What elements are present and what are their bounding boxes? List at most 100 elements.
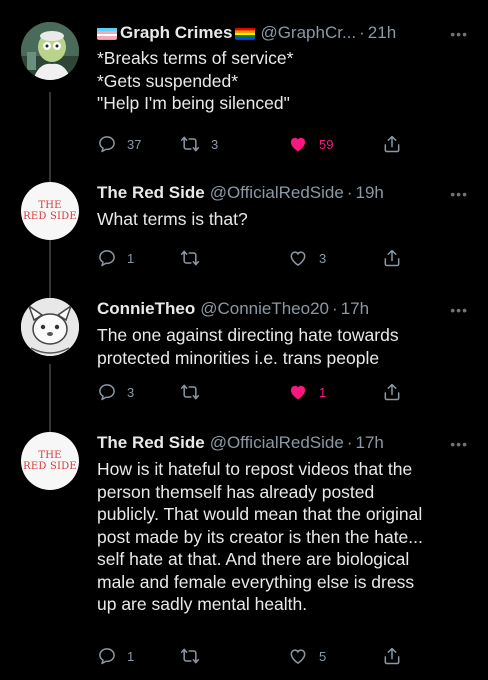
reply-button[interactable]: 37 [97, 132, 141, 156]
display-name[interactable]: ConnieTheo [97, 298, 195, 320]
share-icon [384, 383, 400, 401]
like-button[interactable]: 5 [287, 644, 326, 668]
reply-icon [99, 250, 115, 267]
share-button[interactable] [382, 380, 402, 404]
avatar[interactable] [21, 22, 79, 80]
like-button[interactable]: 3 [287, 246, 326, 270]
more-options-icon[interactable]: ••• [450, 436, 468, 452]
like-count: 3 [319, 250, 327, 266]
display-name[interactable]: Graph Crimes [120, 22, 232, 44]
tweet-text: What terms is that? [97, 208, 469, 231]
tweet-actions: 1 5 [97, 644, 417, 668]
tweet[interactable]: THE RED SIDE The Red Side @OfficialRedSi… [0, 432, 488, 672]
avatar-image [21, 298, 79, 356]
retweet-icon [180, 648, 200, 664]
tweet-actions: 1 3 [97, 246, 417, 270]
user-handle[interactable]: @GraphCr... [260, 22, 356, 44]
share-button[interactable] [382, 644, 402, 668]
tweet[interactable]: ConnieTheo @ConnieTheo20 · 17h ••• The o… [0, 298, 488, 418]
avatar[interactable] [21, 298, 79, 356]
like-button[interactable]: 59 [287, 132, 333, 156]
tweet-header: ConnieTheo @ConnieTheo20 · 17h [97, 298, 369, 320]
tweet-text-line: What terms is that? [97, 209, 248, 229]
reply-icon [99, 648, 115, 665]
like-count: 1 [319, 384, 327, 400]
retweet-icon [180, 136, 200, 152]
like-count: 5 [319, 648, 327, 664]
separator-dot: · [346, 433, 353, 452]
tweet-text-line: The one against directing hate towards [97, 325, 399, 345]
logo-text: THE [38, 450, 62, 461]
reply-button[interactable]: 3 [97, 380, 134, 404]
retweet-icon [180, 250, 200, 266]
share-icon [384, 647, 400, 665]
tweet-text-line: protected minorities i.e. trans people [97, 347, 380, 368]
transgender-flag-icon [97, 26, 117, 40]
avatar-image [21, 22, 79, 80]
tweet-text-line: How is it hateful to repost videos that … [97, 459, 413, 479]
user-handle[interactable]: @ConnieTheo20 [200, 298, 329, 320]
tweet-text-line: "Help I'm being silenced" [97, 93, 290, 113]
rainbow-flag-icon [235, 26, 256, 40]
more-options-icon[interactable]: ••• [450, 26, 468, 42]
timestamp[interactable]: 19h [355, 182, 383, 204]
retweet-button[interactable] [179, 246, 201, 270]
logo-text: RED SIDE [23, 211, 77, 222]
tweet-text-line: *Breaks terms of service* [97, 48, 294, 68]
timestamp[interactable]: 21h [368, 22, 396, 44]
separator-dot: · [332, 299, 338, 318]
tweet-text-line: male and female everything else is dress [97, 571, 415, 592]
retweet-button[interactable]: 3 [179, 132, 218, 156]
reply-icon [99, 136, 115, 153]
tweet-text-line: self hate at that. And there are biologi… [97, 549, 410, 569]
tweet-text-line: person themself has already posted [97, 481, 375, 502]
heart-outline-icon [290, 251, 306, 266]
more-options-icon[interactable]: ••• [450, 302, 468, 318]
tweet-actions: 3 1 [97, 380, 417, 404]
display-name[interactable]: The Red Side [97, 432, 205, 454]
tweet[interactable]: THE RED SIDE The Red Side @OfficialRedSi… [0, 182, 488, 282]
logo-text: THE [38, 200, 62, 211]
tweet-text: The one against directing hate towards p… [97, 324, 469, 369]
reply-button[interactable]: 1 [97, 246, 134, 270]
display-name[interactable]: The Red Side [97, 182, 205, 204]
tweet-text-line: post made by its creator is then the hat… [97, 526, 423, 547]
avatar[interactable]: THE RED SIDE [21, 432, 79, 490]
tweet-text-line: up are sadly mental health. [97, 594, 308, 614]
separator-dot: · [359, 23, 365, 42]
timestamp[interactable]: 17h [341, 298, 369, 320]
reply-button[interactable]: 1 [97, 644, 134, 668]
share-icon [384, 135, 400, 153]
tweet-text-line: publicly. That would mean that the origi… [97, 504, 423, 524]
retweet-button[interactable] [179, 644, 201, 668]
tweet-header: The Red Side @OfficialRedSide · 17h [97, 432, 384, 454]
retweet-count: 3 [211, 136, 219, 152]
tweet-header: The Red Side @OfficialRedSide · 19h [97, 182, 384, 204]
more-options-icon[interactable]: ••• [450, 186, 468, 202]
user-handle[interactable]: @OfficialRedSide [210, 432, 344, 454]
share-icon [384, 249, 400, 267]
tweet-text: How is it hateful to repost videos that … [97, 458, 469, 616]
share-button[interactable] [382, 132, 402, 156]
reply-count: 1 [127, 648, 135, 664]
tweet-header: Graph Crimes @GraphCr... · 21h [97, 22, 396, 44]
user-handle[interactable]: @OfficialRedSide [210, 182, 344, 204]
reply-icon [99, 384, 115, 401]
tweet[interactable]: Graph Crimes @GraphCr... · 21h ••• *Brea… [0, 22, 488, 162]
red-side-logo: THE RED SIDE [21, 432, 79, 490]
logo-text: RED SIDE [23, 461, 77, 472]
reply-count: 3 [127, 384, 135, 400]
timestamp[interactable]: 17h [355, 432, 383, 454]
tweet-actions: 37 3 59 [97, 132, 417, 156]
heart-outline-icon [290, 649, 306, 664]
heart-filled-icon [290, 385, 306, 400]
like-count: 59 [319, 136, 334, 152]
avatar[interactable]: THE RED SIDE [21, 182, 79, 240]
like-button[interactable]: 1 [287, 380, 326, 404]
retweet-button[interactable] [179, 380, 201, 404]
reply-count: 1 [127, 250, 135, 266]
reply-count: 37 [127, 136, 142, 152]
share-button[interactable] [382, 246, 402, 270]
heart-filled-icon [290, 137, 306, 152]
red-side-logo: THE RED SIDE [21, 182, 79, 240]
